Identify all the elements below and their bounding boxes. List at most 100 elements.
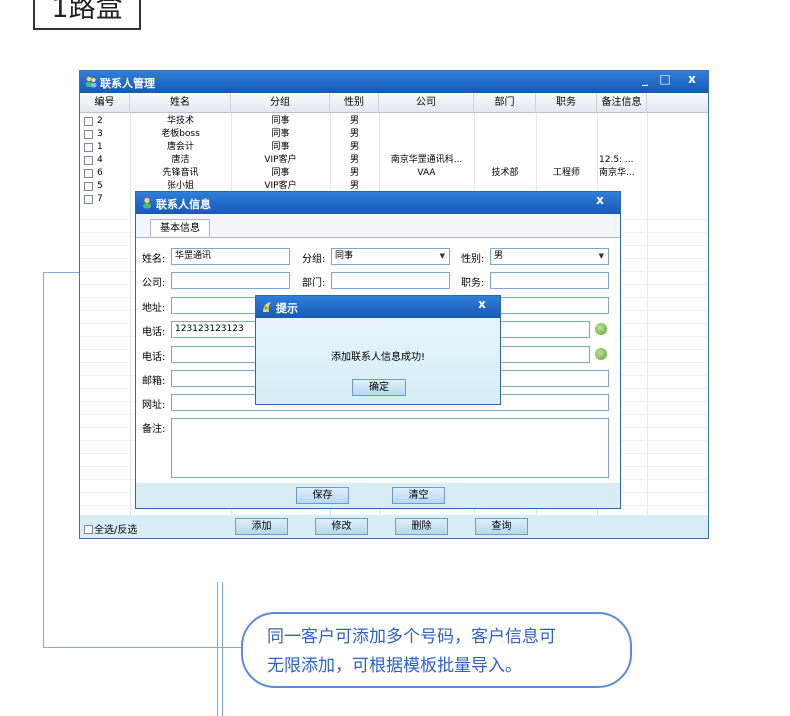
clear-button[interactable]: 清空 bbox=[392, 487, 445, 504]
cell-id: 3 bbox=[97, 129, 103, 139]
annotation-line-2: 无限添加，可根据模板批量导入。 bbox=[267, 656, 522, 676]
row-checkbox[interactable] bbox=[84, 143, 93, 152]
annotation-line bbox=[217, 582, 218, 716]
cell-group: 同事 bbox=[271, 168, 290, 178]
annotation-text: 同一客户可添加多个号码，客户信息可 无限添加，可根据模板批量导入。 bbox=[267, 623, 617, 681]
dialog-close-button[interactable]: x bbox=[591, 193, 609, 209]
query-button[interactable]: 查询 bbox=[475, 518, 528, 535]
cell-id: 5 bbox=[97, 181, 103, 191]
title-input[interactable] bbox=[490, 272, 609, 289]
message-close-button[interactable]: x bbox=[473, 297, 491, 313]
select-all-label: 全选/反选 bbox=[94, 525, 138, 536]
annotation-line bbox=[43, 647, 241, 648]
message-box: 提示 x 添加联系人信息成功! 确定 bbox=[255, 295, 501, 405]
company-label: 公司: bbox=[142, 278, 166, 289]
cell-note: 12.5: ... bbox=[599, 155, 634, 165]
cell-gender: 男 bbox=[349, 155, 359, 165]
maximize-button[interactable]: □ bbox=[656, 72, 674, 88]
cell-gender: 男 bbox=[349, 168, 359, 178]
dialog-footer: 保存 清空 bbox=[136, 483, 620, 508]
cell-company: VAA bbox=[417, 168, 436, 178]
cell-title: 工程师 bbox=[552, 168, 580, 178]
row-checkbox[interactable] bbox=[84, 130, 93, 139]
cell-group: 同事 bbox=[271, 142, 290, 152]
group-label: 分组: bbox=[302, 254, 326, 265]
contacts-icon bbox=[86, 76, 97, 88]
cell-gender: 男 bbox=[349, 129, 359, 139]
company-input[interactable] bbox=[171, 272, 290, 289]
annotation-line bbox=[43, 272, 44, 648]
cell-note: 南京华... bbox=[599, 168, 635, 178]
column-header-group[interactable]: 分组 bbox=[231, 93, 330, 113]
main-toolbar: 全选/反选 添加 修改 删除 查询 bbox=[80, 515, 708, 538]
window-titlebar[interactable]: 联系人管理 _ □ x bbox=[80, 71, 708, 93]
dept-label: 部门: bbox=[302, 278, 326, 289]
cell-name: 老板boss bbox=[161, 129, 200, 139]
gender-select[interactable]: 男 bbox=[490, 248, 609, 265]
add-button[interactable]: 添加 bbox=[235, 518, 288, 535]
annotation-callout: 同一客户可添加多个号码，客户信息可 无限添加，可根据模板批量导入。 bbox=[241, 612, 632, 688]
name-label: 姓名: bbox=[142, 254, 166, 265]
column-header-name[interactable]: 姓名 bbox=[130, 93, 231, 113]
edit-button[interactable]: 修改 bbox=[315, 518, 368, 535]
row-checkbox[interactable] bbox=[84, 117, 93, 126]
cell-gender: 男 bbox=[349, 116, 359, 126]
save-button[interactable]: 保存 bbox=[296, 487, 349, 504]
table-row[interactable]: 1 唐会计 同事 男 bbox=[80, 141, 708, 154]
row-checkbox[interactable] bbox=[84, 156, 93, 165]
cell-gender: 男 bbox=[349, 142, 359, 152]
gender-label: 性别: bbox=[461, 254, 485, 265]
tab-basic-info[interactable]: 基本信息 bbox=[150, 219, 210, 238]
note-label: 备注: bbox=[142, 424, 166, 435]
cell-id: 7 bbox=[97, 194, 103, 204]
dialog-titlebar[interactable]: 联系人信息 x bbox=[136, 192, 620, 214]
table-header: 编号 姓名 分组 性别 公司 部门 职务 备注信息 bbox=[80, 93, 708, 113]
info-icon bbox=[263, 302, 271, 312]
cell-id: 4 bbox=[97, 155, 103, 165]
column-header-company[interactable]: 公司 bbox=[379, 93, 474, 113]
table-row[interactable]: 2 华技术 同事 男 bbox=[80, 115, 708, 128]
name-input[interactable]: 华罡通讯 bbox=[171, 248, 290, 265]
row-checkbox[interactable] bbox=[84, 169, 93, 178]
message-body: 添加联系人信息成功! 确定 bbox=[256, 318, 500, 404]
table-row[interactable]: 3 老板boss 同事 男 bbox=[80, 128, 708, 141]
column-header-title[interactable]: 职务 bbox=[536, 93, 597, 113]
window-title: 联系人管理 bbox=[100, 77, 155, 90]
delete-button[interactable]: 删除 bbox=[395, 518, 448, 535]
website-label: 网址: bbox=[142, 400, 166, 411]
table-row[interactable]: 4 唐洁 VIP客户 男 南京华罡通讯科... 12.5: ... bbox=[80, 154, 708, 167]
dial-phone1-icon[interactable] bbox=[595, 323, 607, 335]
row-checkbox[interactable] bbox=[84, 182, 93, 191]
dept-input[interactable] bbox=[331, 272, 450, 289]
email-label: 邮箱: bbox=[142, 376, 166, 387]
ok-button[interactable]: 确定 bbox=[352, 379, 406, 396]
cell-name: 先锋音讯 bbox=[162, 168, 199, 178]
cell-dept: 技术部 bbox=[491, 168, 519, 178]
select-all-toggle[interactable]: 全选/反选 bbox=[84, 521, 137, 536]
cell-group: 同事 bbox=[271, 129, 290, 139]
address-label: 地址: bbox=[142, 303, 166, 314]
dial-phone2-icon[interactable] bbox=[595, 348, 607, 360]
close-button[interactable]: x bbox=[683, 72, 701, 88]
cell-id: 2 bbox=[97, 116, 103, 126]
cell-id: 1 bbox=[97, 142, 103, 152]
annotation-line bbox=[222, 582, 223, 716]
column-header-id[interactable]: 编号 bbox=[80, 93, 130, 113]
column-header-note[interactable]: 备注信息 bbox=[597, 93, 647, 113]
page-heading: 1路盒 bbox=[33, 0, 141, 30]
row-checkbox[interactable] bbox=[84, 195, 93, 204]
select-all-checkbox[interactable] bbox=[84, 525, 93, 534]
annotation-line bbox=[43, 272, 79, 273]
dialog-tabstrip: 基本信息 bbox=[136, 214, 620, 238]
dialog-title: 联系人信息 bbox=[156, 198, 211, 211]
annotation-line-1: 同一客户可添加多个号码，客户信息可 bbox=[267, 627, 556, 647]
message-titlebar[interactable]: 提示 x bbox=[256, 296, 500, 318]
group-select[interactable]: 同事 bbox=[331, 248, 450, 265]
column-header-dept[interactable]: 部门 bbox=[474, 93, 536, 113]
minimize-button[interactable]: _ bbox=[636, 72, 654, 88]
cell-name: 华技术 bbox=[166, 116, 194, 126]
table-row[interactable]: 6 先锋音讯 同事 男 VAA 技术部 工程师 南京华... bbox=[80, 167, 708, 180]
note-textarea[interactable] bbox=[171, 418, 609, 478]
contact-icon bbox=[143, 197, 151, 209]
column-header-gender[interactable]: 性别 bbox=[330, 93, 379, 113]
